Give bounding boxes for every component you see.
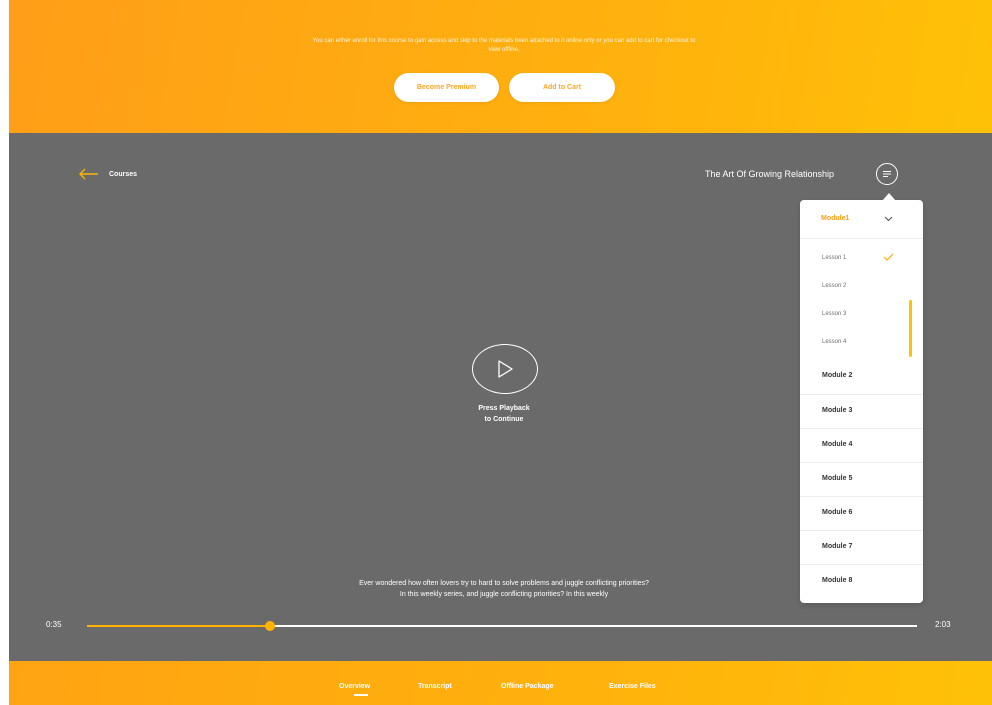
total-time: 2:03 (935, 620, 951, 629)
add-to-cart-button[interactable]: Add to Cart (509, 73, 615, 102)
become-premium-button[interactable]: Become Premium (394, 73, 499, 102)
active-module-header[interactable]: Module1 (800, 200, 923, 239)
module-item-6[interactable]: Module 6 (800, 496, 923, 531)
progress-handle[interactable] (264, 621, 275, 631)
module-item-3[interactable]: Module 3 (800, 394, 923, 429)
lesson-item-1[interactable]: Lesson 1 (822, 255, 846, 261)
module-menu-button[interactable] (876, 163, 898, 185)
progress-track[interactable] (87, 621, 917, 631)
active-tab-indicator (354, 694, 368, 696)
caption-line2: In this weekly series, and juggle confli… (399, 591, 609, 598)
module-label: Module 7 (822, 543, 853, 550)
list-menu-icon (883, 171, 891, 177)
lesson-item-4[interactable]: Lesson 4 (822, 339, 846, 345)
current-time: 0:35 (46, 620, 62, 629)
active-module-label: Module1 (821, 215, 850, 222)
module-item-4[interactable]: Module 4 (800, 428, 923, 463)
lessons-scrollbar[interactable] (909, 300, 912, 357)
course-title: The Art Of Growing Relationship (704, 169, 834, 179)
check-icon (883, 253, 894, 261)
back-label: Courses (109, 170, 138, 178)
progress-fill (87, 625, 270, 627)
enroll-banner: You can either enroll for this course to… (9, 0, 992, 133)
module-label: Module 3 (822, 407, 853, 414)
caption-line1: Ever wondered how often lovers try to ha… (359, 580, 649, 587)
arrow-left-icon (79, 168, 98, 180)
modules-panel: Module1 Lesson 1 Lesson 2 Lesson 3 Lesso… (800, 200, 923, 603)
play-icon (498, 360, 513, 378)
content-tabs-bar: Overview Transcript Offline Package Exer… (9, 661, 992, 705)
tab-offline-package[interactable]: Offline Package (501, 683, 554, 690)
module-label: Module 8 (822, 577, 853, 584)
play-button[interactable] (472, 344, 538, 394)
chevron-down-icon (884, 216, 893, 222)
module-label: Module 2 (822, 372, 853, 379)
module-label: Module 5 (822, 475, 853, 482)
video-caption: Ever wondered how often lovers try to ha… (254, 578, 754, 600)
play-hint: Press Playback to Continue (454, 403, 554, 425)
tab-transcript[interactable]: Transcript (418, 683, 452, 690)
tab-exercise-files[interactable]: Exercise Files (609, 683, 656, 690)
module-label: Module 4 (822, 441, 853, 448)
module-label: Module 6 (822, 509, 853, 516)
module-item-8[interactable]: Module 8 (800, 564, 923, 599)
play-hint-line1: Press Playback (478, 405, 530, 412)
lesson-item-2[interactable]: Lesson 2 (822, 283, 846, 289)
app-frame: You can either enroll for this course to… (9, 0, 992, 705)
back-to-courses-link[interactable]: Courses (79, 168, 137, 180)
module-item-5[interactable]: Module 5 (800, 462, 923, 497)
lesson-item-3[interactable]: Lesson 3 (822, 311, 846, 317)
play-hint-line2: to Continue (484, 416, 524, 423)
banner-message: You can either enroll for this course to… (312, 38, 696, 53)
module-item-2[interactable]: Module 2 (800, 360, 923, 394)
tab-overview[interactable]: Overview (339, 683, 370, 690)
module-item-7[interactable]: Module 7 (800, 530, 923, 565)
